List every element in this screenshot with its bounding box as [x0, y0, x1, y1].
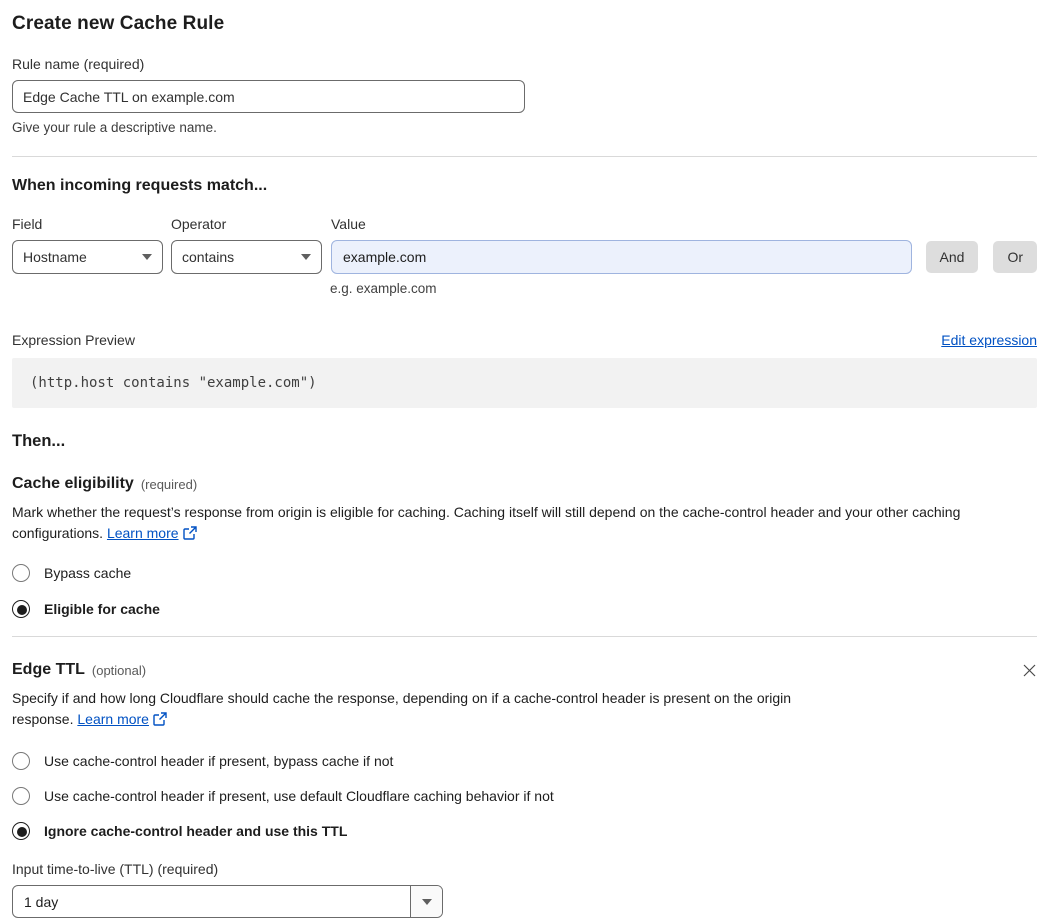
ttl-input-label: Input time-to-live (TTL) (required) [12, 861, 219, 877]
operator-select[interactable]: contains [171, 240, 322, 274]
edge-ttl-qualifier: (optional) [91, 662, 147, 678]
radio-label: Ignore cache-control header and use this… [44, 823, 348, 839]
cache-eligibility-qualifier: (required) [140, 476, 198, 492]
radio-eligible-for-cache[interactable]: Eligible for cache [12, 600, 1037, 618]
ttl-select-arrow-button[interactable] [410, 886, 442, 917]
radio-use-header-default[interactable]: Use cache-control header if present, use… [12, 787, 1037, 805]
radio-icon [12, 752, 30, 770]
or-button[interactable]: Or [993, 241, 1037, 273]
expression-preview-label: Expression Preview [12, 332, 135, 348]
radio-ignore-header-ttl[interactable]: Ignore cache-control header and use this… [12, 822, 1037, 840]
rule-name-help: Give your rule a descriptive name. [12, 120, 217, 135]
field-select-value: Hostname [23, 249, 87, 265]
rule-name-input[interactable] [12, 80, 525, 113]
radio-icon [12, 787, 30, 805]
radio-bypass-cache[interactable]: Bypass cache [12, 564, 1037, 582]
radio-use-header-bypass[interactable]: Use cache-control header if present, byp… [12, 752, 1037, 770]
field-select[interactable]: Hostname [12, 240, 163, 274]
radio-label: Eligible for cache [44, 601, 160, 617]
operator-column-label: Operator [171, 216, 227, 232]
radio-icon [12, 600, 30, 618]
section-divider [12, 636, 1037, 637]
edge-ttl-options: Use cache-control header if present, byp… [12, 752, 1037, 840]
field-column-label: Field [12, 216, 43, 232]
edit-expression-link[interactable]: Edit expression [941, 332, 1037, 348]
ttl-select-value: 1 day [24, 893, 59, 910]
edge-ttl-learn-more-link[interactable]: Learn more [77, 711, 149, 727]
radio-icon [12, 822, 30, 840]
section-divider [12, 156, 1037, 157]
cache-eligibility-learn-more-link[interactable]: Learn more [107, 525, 179, 541]
external-link-icon [153, 711, 167, 732]
ttl-select[interactable]: 1 day [12, 885, 443, 918]
cache-eligibility-title: Cache eligibility [12, 475, 134, 492]
then-heading: Then... [12, 432, 66, 450]
value-help-text: e.g. example.com [330, 281, 437, 296]
radio-icon [12, 564, 30, 582]
create-cache-rule-form: Create new Cache Rule Rule name (require… [0, 0, 1058, 918]
expression-code-block: (http.host contains "example.com") [12, 358, 1037, 408]
radio-label: Use cache-control header if present, use… [44, 788, 554, 804]
value-column-label: Value [331, 216, 366, 232]
match-heading: When incoming requests match... [12, 177, 268, 194]
radio-label: Use cache-control header if present, byp… [44, 753, 394, 769]
chevron-down-icon [301, 254, 311, 260]
condition-row: Hostname contains And Or [12, 240, 1037, 274]
radio-label: Bypass cache [44, 565, 132, 581]
condition-column-labels: Field Operator Value [12, 216, 1037, 232]
external-link-icon [182, 525, 197, 546]
cache-eligibility-header: Cache eligibility (required) [12, 475, 1037, 493]
operator-select-value: contains [182, 249, 235, 265]
expression-header: Expression Preview Edit expression [12, 332, 1037, 348]
edge-ttl-title: Edge TTL [12, 661, 85, 678]
page-title: Create new Cache Rule [12, 13, 225, 34]
edge-ttl-description: Specify if and how long Cloudflare shoul… [12, 688, 852, 732]
rule-name-label: Rule name (required) [12, 56, 145, 72]
chevron-down-icon [421, 898, 432, 905]
edge-ttl-header: Edge TTL (optional) [12, 661, 1037, 679]
value-input[interactable] [331, 240, 912, 274]
cache-eligibility-description: Mark whether the request’s response from… [12, 502, 1022, 546]
chevron-down-icon [142, 254, 152, 260]
and-button[interactable]: And [925, 241, 979, 273]
close-icon[interactable] [1022, 663, 1037, 678]
cache-eligibility-options: Bypass cache Eligible for cache [12, 564, 1037, 618]
